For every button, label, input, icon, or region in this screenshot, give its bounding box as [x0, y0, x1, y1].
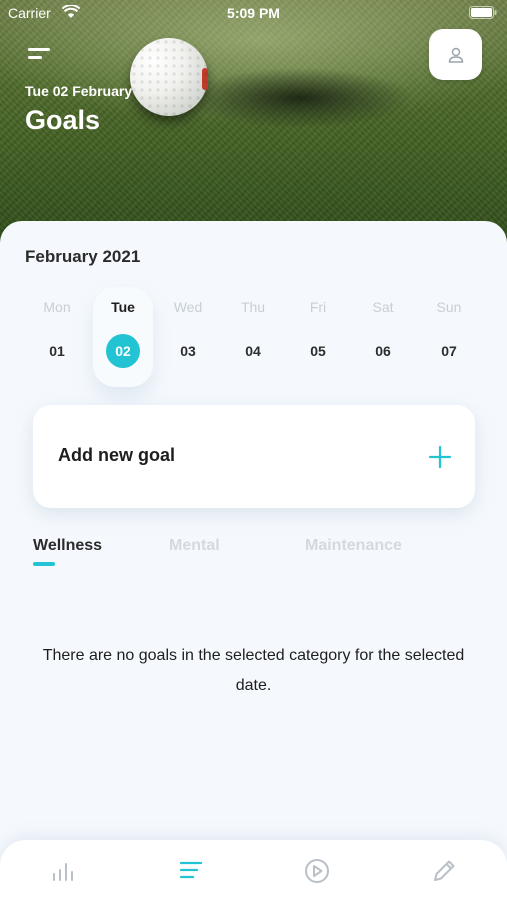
day-name: Fri: [309, 299, 327, 315]
menu-icon[interactable]: [28, 46, 52, 62]
day-fri[interactable]: Fri 05: [288, 287, 348, 387]
day-name: Wed: [173, 299, 203, 315]
list-icon[interactable]: [176, 858, 206, 884]
day-name: Sat: [372, 299, 394, 315]
page-title: Goals: [25, 105, 101, 135]
day-number: 05: [310, 343, 326, 359]
day-name: Thu: [240, 299, 266, 315]
day-thu[interactable]: Thu 04: [223, 287, 283, 387]
day-sun[interactable]: Sun 07: [419, 287, 479, 387]
category-tabs: Wellness Mental Maintenance: [0, 537, 507, 577]
profile-button[interactable]: [429, 29, 482, 80]
golf-ball-image: [130, 38, 208, 116]
main-panel: February 2021 Mon 01 Tue 02 Wed 03 Thu 0…: [0, 221, 507, 861]
tab-mental[interactable]: Mental: [169, 537, 220, 555]
day-mon[interactable]: Mon 01: [27, 287, 87, 387]
month-title: February 2021: [25, 247, 141, 266]
add-goal-card[interactable]: Add new goal: [33, 405, 475, 508]
pencil-icon[interactable]: [429, 858, 459, 884]
day-number: 04: [245, 343, 261, 359]
user-icon: [448, 47, 463, 63]
plus-icon[interactable]: [428, 445, 452, 469]
day-tue[interactable]: Tue 02: [93, 287, 153, 387]
day-wed[interactable]: Wed 03: [158, 287, 218, 387]
play-circle-icon[interactable]: [302, 858, 332, 884]
week-strip: Mon 01 Tue 02 Wed 03 Thu 04 Fri 05 Sat 0…: [25, 287, 482, 387]
tab-indicator: [33, 562, 55, 566]
day-number: 01: [49, 343, 65, 359]
tab-maintenance[interactable]: Maintenance: [305, 537, 402, 555]
day-name: Mon: [43, 299, 71, 315]
day-number: 06: [375, 343, 391, 359]
battery-icon: [469, 6, 497, 19]
header-date: Tue 02 February: [25, 83, 133, 99]
day-sat[interactable]: Sat 06: [353, 287, 413, 387]
tab-wellness[interactable]: Wellness: [33, 537, 102, 555]
bottom-nav: [0, 840, 507, 900]
day-number: 03: [180, 343, 196, 359]
day-name: Sun: [436, 299, 462, 315]
add-goal-label: Add new goal: [58, 445, 175, 465]
clock: 5:09 PM: [227, 5, 280, 21]
day-name: Tue: [111, 299, 135, 315]
day-number: 07: [441, 343, 457, 359]
status-bar: Carrier 5:09 PM: [0, 0, 507, 28]
bar-chart-icon[interactable]: [50, 858, 80, 884]
empty-state-message: There are no goals in the selected categ…: [42, 647, 465, 694]
day-number: 02: [106, 334, 140, 368]
